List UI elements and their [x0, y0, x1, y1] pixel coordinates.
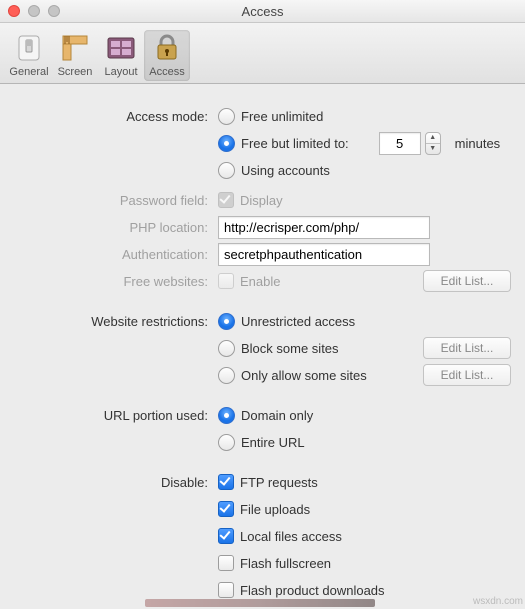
- minutes-stepper[interactable]: ▲ ▼: [379, 132, 441, 155]
- checkbox-enable-free-websites: [218, 273, 234, 289]
- group-disable: Disable: FTP requests File uploads Local…: [14, 470, 511, 609]
- radio-unrestricted[interactable]: [218, 313, 235, 330]
- toolbar-label: Screen: [58, 66, 93, 78]
- watermark: wsxdn.com: [473, 596, 523, 607]
- group-url-portion: URL portion used: Domain only Entire URL: [14, 403, 511, 454]
- switch-icon: [13, 32, 45, 64]
- radio-label: Unrestricted access: [241, 314, 355, 329]
- checkbox-flash-product-downloads[interactable]: [218, 582, 234, 598]
- label-access-mode: Access mode:: [14, 109, 218, 124]
- radio-label: Free unlimited: [241, 109, 323, 124]
- radio-domain-only[interactable]: [218, 407, 235, 424]
- label-disable: Disable:: [14, 475, 218, 490]
- prefs-toolbar: General Screen Layout Access: [0, 23, 525, 84]
- toolbar-item-layout[interactable]: Layout: [98, 30, 144, 81]
- checkbox-label: Flash product downloads: [240, 583, 385, 598]
- radio-label: Using accounts: [241, 163, 330, 178]
- label-authentication: Authentication:: [14, 247, 218, 262]
- layout-icon: [105, 32, 137, 64]
- radio-label: Domain only: [241, 408, 313, 423]
- checkbox-file-uploads[interactable]: [218, 501, 234, 517]
- edit-list-button[interactable]: Edit List...: [423, 364, 511, 386]
- toolbar-item-access[interactable]: Access: [144, 30, 190, 81]
- checkbox-label: Display: [240, 193, 283, 208]
- radio-free-unlimited[interactable]: [218, 108, 235, 125]
- radio-label: Free but limited to:: [241, 136, 349, 151]
- label-url-portion: URL portion used:: [14, 408, 218, 423]
- toolbar-label: Layout: [104, 66, 137, 78]
- radio-only-allow[interactable]: [218, 367, 235, 384]
- group-website-restrictions: Website restrictions: Unrestricted acces…: [14, 309, 511, 387]
- group-access-mode: Access mode: Free unlimited Free but lim…: [14, 104, 511, 293]
- stepper-down-icon[interactable]: ▼: [426, 144, 440, 154]
- radio-block-some[interactable]: [218, 340, 235, 357]
- edit-list-button[interactable]: Edit List...: [423, 270, 511, 292]
- authentication-input[interactable]: [218, 243, 430, 266]
- label-php-location: PHP location:: [14, 220, 218, 235]
- radio-free-limited[interactable]: [218, 135, 235, 152]
- stepper-buttons[interactable]: ▲ ▼: [425, 132, 441, 155]
- toolbar-label: Access: [149, 66, 184, 78]
- radio-using-accounts[interactable]: [218, 162, 235, 179]
- checkbox-display-password: [218, 192, 234, 208]
- radio-entire-url[interactable]: [218, 434, 235, 451]
- toolbar-label: General: [9, 66, 48, 78]
- toolbar-item-general[interactable]: General: [6, 30, 52, 81]
- checkbox-label: Enable: [240, 274, 280, 289]
- checkbox-flash-fullscreen[interactable]: [218, 555, 234, 571]
- decorative-strip: [145, 599, 375, 607]
- minutes-unit: minutes: [455, 136, 501, 151]
- label-password-field: Password field:: [14, 193, 218, 208]
- window-title: Access: [0, 4, 525, 19]
- toolbar-item-screen[interactable]: Screen: [52, 30, 98, 81]
- checkbox-label: Local files access: [240, 529, 342, 544]
- ruler-icon: [59, 32, 91, 64]
- checkbox-label: File uploads: [240, 502, 310, 517]
- checkbox-label: FTP requests: [240, 475, 318, 490]
- minutes-input[interactable]: [379, 132, 421, 155]
- radio-label: Entire URL: [241, 435, 305, 450]
- edit-list-button[interactable]: Edit List...: [423, 337, 511, 359]
- radio-label: Block some sites: [241, 341, 339, 356]
- lock-icon: [151, 32, 183, 64]
- prefs-content: Access mode: Free unlimited Free but lim…: [0, 84, 525, 609]
- checkbox-ftp[interactable]: [218, 474, 234, 490]
- radio-label: Only allow some sites: [241, 368, 367, 383]
- php-location-input[interactable]: [218, 216, 430, 239]
- label-website-restrictions: Website restrictions:: [14, 314, 218, 329]
- titlebar: Access: [0, 0, 525, 23]
- stepper-up-icon[interactable]: ▲: [426, 133, 440, 144]
- checkbox-local-files[interactable]: [218, 528, 234, 544]
- label-free-websites: Free websites:: [14, 274, 218, 289]
- checkbox-label: Flash fullscreen: [240, 556, 331, 571]
